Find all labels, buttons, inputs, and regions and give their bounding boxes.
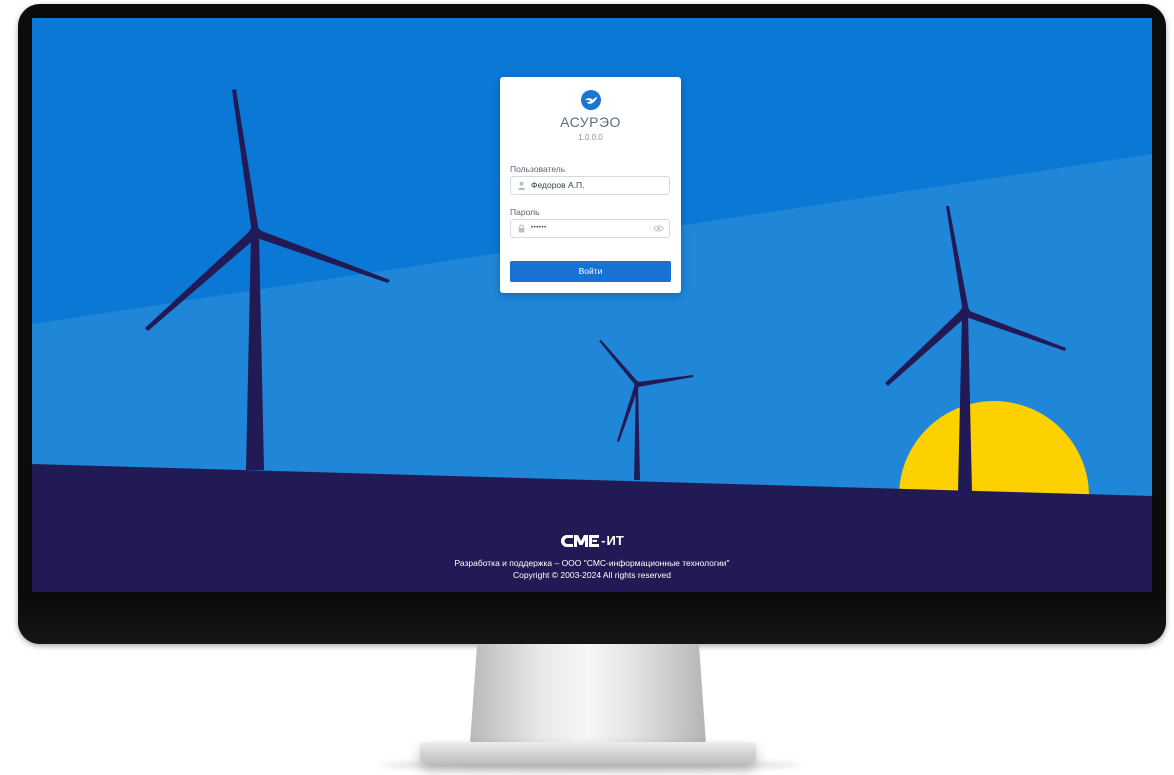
developer-info: Разработка и поддержка – ООО "СМС-информ…: [454, 558, 730, 568]
username-label: Пользователь: [510, 164, 566, 174]
monitor-screen: АСУРЭО 1.0.0.0 Пользователь Федоров А.П.…: [32, 18, 1152, 592]
password-label: Пароль: [510, 207, 540, 217]
eye-icon[interactable]: [653, 224, 664, 233]
login-form: АСУРЭО 1.0.0.0 Пользователь Федоров А.П.…: [500, 77, 681, 293]
monitor-stand-base: [420, 742, 756, 764]
password-field[interactable]: ••••••: [510, 219, 670, 238]
username-field[interactable]: Федоров А.П.: [510, 176, 670, 195]
company-logo: -ИТ: [532, 532, 652, 550]
bird-logo-icon: [581, 90, 601, 110]
copyright: Copyright © 2003-2024 All rights reserve…: [513, 570, 671, 580]
lock-icon: [518, 224, 525, 233]
sms-logo-icon: [561, 534, 600, 547]
password-value: ••••••: [531, 225, 547, 231]
monitor-chin: [18, 592, 1166, 644]
username-value: Федоров А.П.: [531, 180, 585, 190]
monitor-stand-neck: [470, 644, 706, 744]
login-button[interactable]: Войти: [510, 261, 671, 282]
app-version: 1.0.0.0: [578, 133, 603, 142]
desktop-scene: АСУРЭО 1.0.0.0 Пользователь Федоров А.П.…: [0, 0, 1174, 775]
user-icon: [517, 181, 526, 190]
logo-text: ИТ: [606, 533, 624, 549]
logo-prefix: -: [601, 533, 606, 549]
app-title: АСУРЭО: [560, 114, 621, 130]
